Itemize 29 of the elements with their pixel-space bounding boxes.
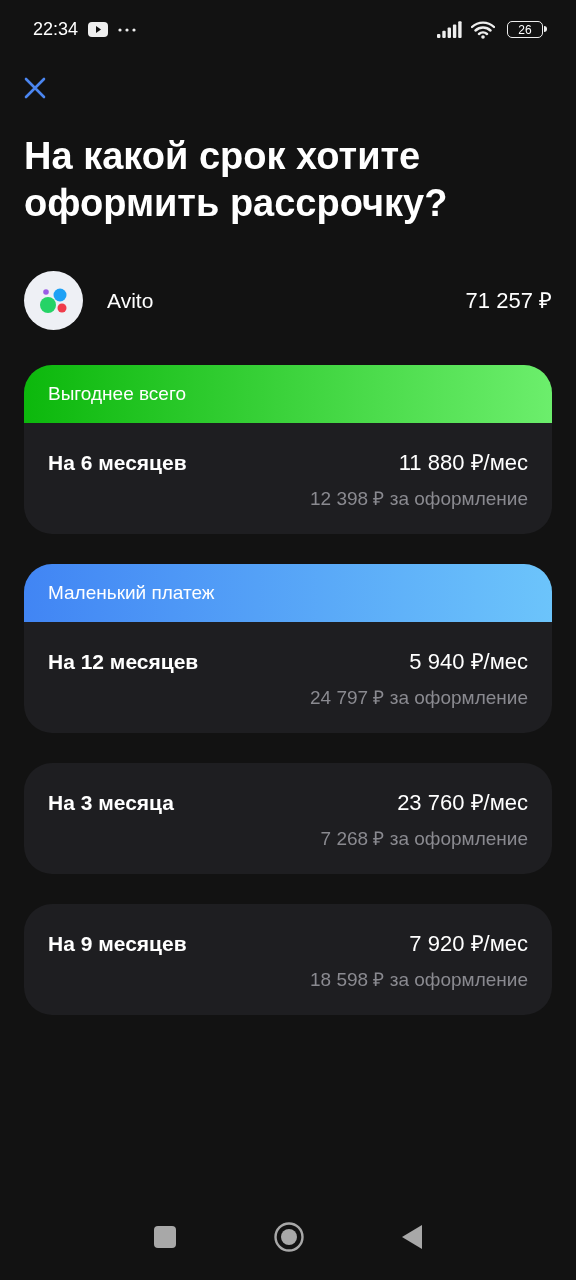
plan-fee: 7 268 ₽ за оформление — [320, 827, 528, 851]
plan-card[interactable]: Выгоднее всего На 6 месяцев 11 880 ₽/мес 12 398 ₽ за оформление — [24, 365, 552, 534]
purchase-amount: 71 257 ₽ — [465, 287, 552, 315]
more-icon — [118, 27, 137, 32]
plan-fee: 12 398 ₽ за оформление — [310, 487, 528, 511]
plan-card[interactable]: На 9 месяцев 7 920 ₽/мес 18 598 ₽ за оформление — [24, 904, 552, 1015]
monthly-payment: 23 760 ₽/мес — [397, 789, 528, 817]
signal-icon — [437, 21, 463, 38]
plan-fee: 18 598 ₽ за оформление — [310, 968, 528, 992]
plan-badge: Выгоднее всего — [24, 365, 552, 423]
merchant-name: Avito — [107, 287, 154, 314]
monthly-payment: 11 880 ₽/мес — [398, 449, 528, 477]
video-icon — [88, 22, 109, 37]
status-time: 22:34 — [33, 18, 79, 41]
plan-term: На 3 месяца — [48, 790, 174, 816]
back-icon[interactable] — [402, 1225, 422, 1249]
wifi-icon — [471, 20, 495, 39]
plan-card[interactable]: На 3 месяца 23 760 ₽/мес 7 268 ₽ за оформление — [24, 763, 552, 874]
plan-fee: 24 797 ₽ за оформление — [310, 686, 528, 710]
plan-card[interactable]: Маленький платеж На 12 месяцев 5 940 ₽/мес 24 797 ₽ за оформление — [24, 564, 552, 733]
home-icon[interactable] — [274, 1222, 304, 1252]
plan-term: На 9 месяцев — [48, 931, 187, 957]
plan-term: На 6 месяцев — [48, 450, 187, 476]
monthly-payment: 7 920 ₽/мес — [409, 930, 528, 958]
page-title: На какой срок хотите оформить рассрочку? — [23, 134, 449, 226]
plan-badge: Маленький платеж — [24, 564, 552, 622]
recents-icon[interactable] — [154, 1226, 176, 1248]
monthly-payment: 5 940 ₽/мес — [409, 648, 528, 676]
plan-term: На 12 месяцев — [48, 649, 199, 675]
